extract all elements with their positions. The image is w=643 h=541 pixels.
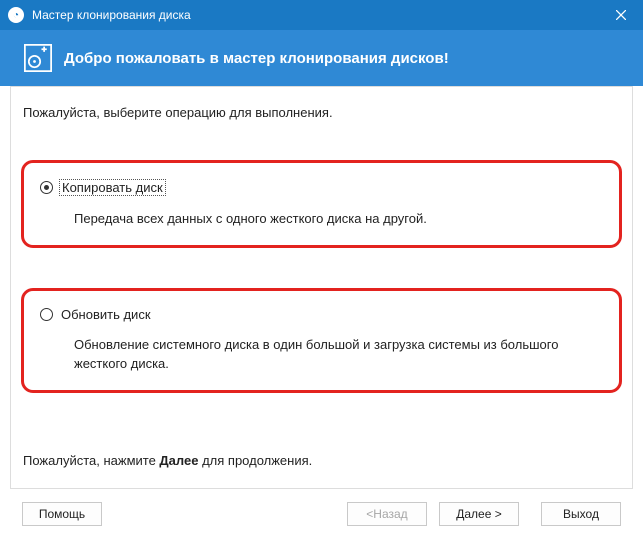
next-button[interactable]: Далее > <box>439 502 519 526</box>
radio-upgrade-disk[interactable] <box>40 308 53 321</box>
option-copy-disk-desc: Передача всех данных с одного жесткого д… <box>74 210 601 229</box>
wizard-header-text: Добро пожаловать в мастер клонирования д… <box>64 50 449 67</box>
continue-hint: Пожалуйста, нажмите Далее для продолжени… <box>23 453 312 468</box>
wizard-content: Пожалуйста, выберите операцию для выполн… <box>10 86 633 489</box>
wizard-footer: Помощь <Назад Далее > Выход <box>0 489 643 539</box>
titlebar: ◔ Мастер клонирования диска <box>0 0 643 30</box>
continue-bold: Далее <box>159 453 198 468</box>
option-copy-disk: Копировать диск Передача всех данных с о… <box>21 160 622 248</box>
continue-suffix: для продолжения. <box>198 453 312 468</box>
exit-button[interactable]: Выход <box>541 502 621 526</box>
help-button[interactable]: Помощь <box>22 502 102 526</box>
option-upgrade-disk-desc: Обновление системного диска в один больш… <box>74 336 601 374</box>
back-button[interactable]: <Назад <box>347 502 427 526</box>
disk-clone-icon <box>24 44 52 72</box>
continue-prefix: Пожалуйста, нажмите <box>23 453 159 468</box>
radio-upgrade-disk-label[interactable]: Обновить диск <box>59 307 153 322</box>
close-button[interactable] <box>598 0 643 30</box>
radio-copy-disk[interactable] <box>40 181 53 194</box>
close-icon <box>616 10 626 20</box>
intro-text: Пожалуйста, выберите операцию для выполн… <box>23 105 620 120</box>
radio-copy-disk-label[interactable]: Копировать диск <box>59 179 166 196</box>
app-icon: ◔ <box>8 7 24 23</box>
window-title: Мастер клонирования диска <box>32 8 598 22</box>
option-upgrade-disk: Обновить диск Обновление системного диск… <box>21 288 622 393</box>
wizard-header: Добро пожаловать в мастер клонирования д… <box>0 30 643 86</box>
